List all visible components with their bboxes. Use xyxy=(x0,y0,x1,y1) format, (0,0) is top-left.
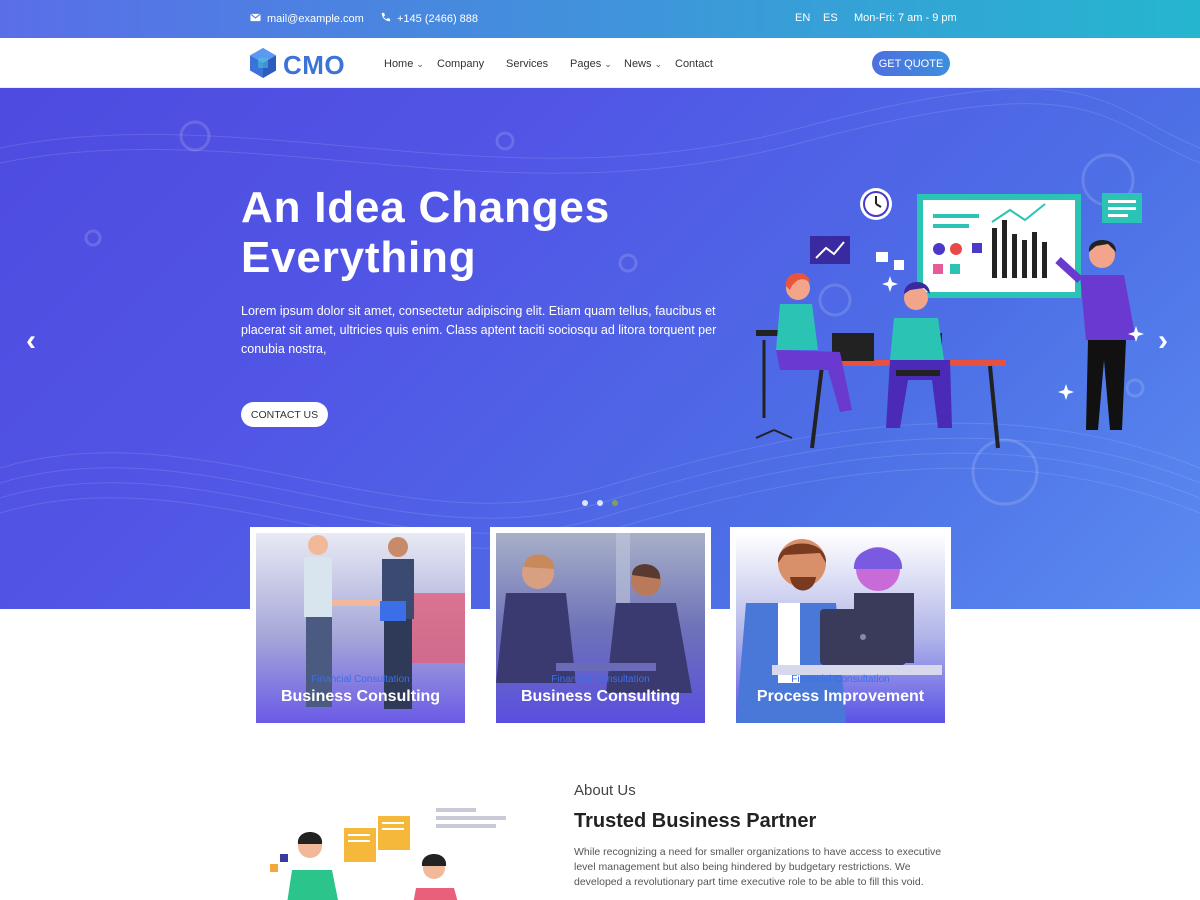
nav-label-contact: Contact xyxy=(675,58,713,70)
phone-text: +145 (2466) 888 xyxy=(397,13,479,25)
nav-item-company[interactable]: Company xyxy=(437,58,484,70)
business-hours: Mon-Fri: 7 am - 9 pm xyxy=(854,12,957,24)
hero-title: An Idea Changes Everything xyxy=(241,183,741,283)
nav-label-pages: Pages xyxy=(570,58,602,70)
top-bar: mail@example.com +145 (2466) 888 EN ES M… xyxy=(0,0,1200,38)
nav-label-company: Company xyxy=(437,58,485,70)
chevron-down-icon: ⌄ xyxy=(416,58,424,69)
nav-item-home[interactable]: Home ⌄ xyxy=(384,58,424,70)
hero-description: Lorem ipsum dolor sit amet, consectetur … xyxy=(241,304,717,356)
about-description: While recognizing a need for smaller org… xyxy=(574,846,942,888)
email-contact[interactable]: mail@example.com xyxy=(250,12,364,26)
mail-icon xyxy=(250,12,261,26)
cube-logo-icon xyxy=(249,47,277,84)
card-title: Business Consulting xyxy=(520,688,681,705)
nav-item-contact[interactable]: Contact xyxy=(675,58,713,70)
nav-item-news[interactable]: News ⌄ xyxy=(624,58,662,70)
service-card[interactable]: Financial Consultation Process Improveme… xyxy=(730,527,951,729)
team-illustration xyxy=(755,188,1144,449)
hero-title-line1: An Idea Changes xyxy=(241,183,610,232)
nav-label-home: Home xyxy=(384,58,414,70)
card-image: Financial Consultation Business Consulti… xyxy=(256,533,465,723)
nav-label-services: Services xyxy=(506,58,549,70)
main-nav: CMO Home ⌄ Company Services Pages ⌄ News… xyxy=(0,38,1200,88)
logo-text: CMO xyxy=(283,50,346,80)
card-title: Process Improvement xyxy=(756,688,925,705)
contact-us-button[interactable]: CONTACT US xyxy=(241,402,328,427)
lang-en[interactable]: EN xyxy=(795,12,810,24)
lang-es[interactable]: ES xyxy=(823,12,838,24)
phone-icon xyxy=(380,12,391,26)
card-title: Business Consulting xyxy=(280,688,441,705)
chevron-down-icon: ⌄ xyxy=(604,58,612,69)
slider-pagination xyxy=(582,500,618,506)
card-subtitle: Financial Consultation xyxy=(551,674,650,685)
about-title: Trusted Business Partner xyxy=(574,810,817,832)
nav-item-pages[interactable]: Pages ⌄ xyxy=(570,58,612,70)
get-quote-button[interactable]: GET QUOTE xyxy=(872,51,950,76)
slide-dot-1[interactable] xyxy=(582,500,588,506)
logo[interactable]: CMO xyxy=(249,47,345,84)
chevron-down-icon: ⌄ xyxy=(654,58,663,69)
prev-slide-arrow-icon[interactable]: ‹ xyxy=(26,324,36,358)
slide-dot-2[interactable] xyxy=(597,500,603,506)
card-subtitle: Financial Consultation xyxy=(311,674,410,685)
hero-title-line2: Everything xyxy=(241,233,477,282)
email-text: mail@example.com xyxy=(267,13,364,25)
about-illustration xyxy=(270,808,506,900)
nav-label-news: News xyxy=(624,58,652,70)
service-card[interactable]: Financial Consultation Business Consulti… xyxy=(490,527,711,729)
card-image: Financial Consultation Process Improveme… xyxy=(736,533,945,723)
slide-dot-3[interactable] xyxy=(612,500,618,506)
service-card[interactable]: Financial Consultation Business Consulti… xyxy=(250,527,471,729)
nav-item-services[interactable]: Services xyxy=(506,58,548,70)
about-label: About Us xyxy=(574,782,636,799)
card-subtitle: Financial Consultation xyxy=(791,674,890,685)
card-image: Financial Consultation Business Consulti… xyxy=(496,533,705,723)
phone-contact[interactable]: +145 (2466) 888 xyxy=(380,12,478,26)
